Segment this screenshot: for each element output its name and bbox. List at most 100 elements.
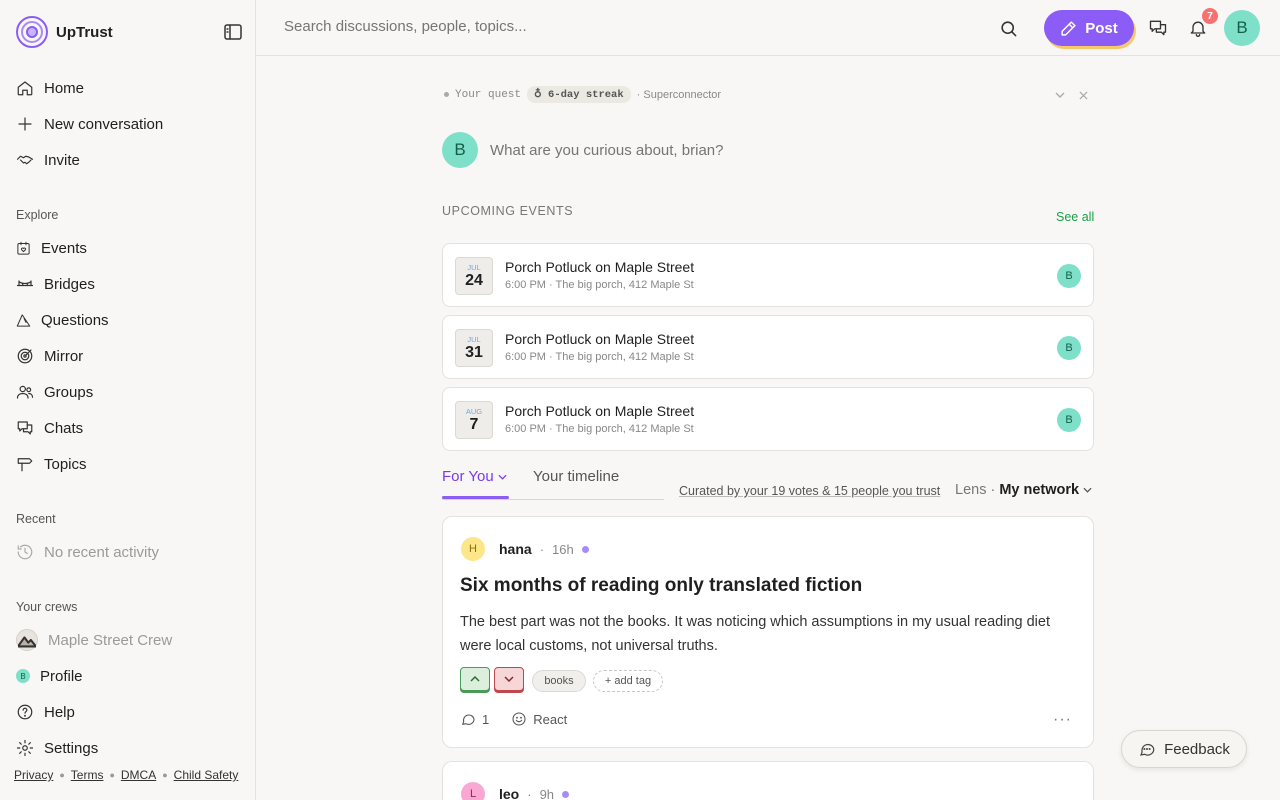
help-circle-icon <box>17 704 33 720</box>
search-input[interactable] <box>284 18 924 35</box>
sidebar-item-profile[interactable]: B Profile <box>16 664 83 688</box>
smiley-icon <box>512 712 526 726</box>
topbar: Post 7 B <box>256 0 1280 56</box>
downvote-button[interactable] <box>494 667 524 691</box>
chevron-down-icon <box>498 474 507 480</box>
post-button[interactable]: Post <box>1044 10 1134 46</box>
feed-tabs: For You Your timeline <box>442 466 664 500</box>
handshake-icon <box>16 155 34 165</box>
event-meta: 6:00 PM · The big porch, 412 Maple St <box>505 351 694 363</box>
post-card[interactable]: L leo · 9h <box>442 761 1094 800</box>
crew-avatar-icon <box>16 629 38 651</box>
curated-link[interactable]: Curated by your 19 votes & 15 people you… <box>679 484 940 498</box>
search-icon[interactable] <box>996 16 1020 40</box>
event-card[interactable]: JUL 31 Porch Potluck on Maple Street 6:0… <box>442 315 1094 379</box>
sidebar-item-new-conversation[interactable]: New conversation <box>16 112 163 136</box>
sidebar-item-invite[interactable]: Invite <box>16 148 80 172</box>
explore-heading: Explore <box>16 208 59 222</box>
calendar-heart-icon <box>17 241 30 255</box>
sidebar-item-help[interactable]: Help <box>16 700 75 724</box>
sidebar-item-topics[interactable]: Topics <box>16 452 87 476</box>
sidebar-item-mirror[interactable]: Mirror <box>16 344 83 368</box>
post-card[interactable]: H hana · 16h Six months of reading only … <box>442 516 1094 748</box>
post-title[interactable]: Six months of reading only translated fi… <box>460 575 862 597</box>
lens-selector[interactable]: Lens · My network <box>955 482 1092 498</box>
quest-label: Your quest <box>455 88 522 101</box>
flame-icon: ♁ <box>534 89 542 101</box>
post-header: H hana · 16h <box>461 537 589 561</box>
messages-icon[interactable] <box>1146 16 1170 40</box>
event-attendee-avatar: B <box>1057 336 1081 360</box>
crews-heading: Your crews <box>16 600 78 614</box>
comment-icon <box>462 714 475 725</box>
sidebar-item-label: Invite <box>44 151 80 169</box>
sidebar-item-label: Questions <box>41 311 109 329</box>
sidebar-item-settings[interactable]: Settings <box>16 736 98 760</box>
event-day: 7 <box>469 416 479 433</box>
crew-item-maple-street[interactable]: Maple Street Crew <box>16 628 172 652</box>
sidebar-item-groups[interactable]: Groups <box>16 380 93 404</box>
add-tag-button[interactable]: + add tag <box>593 670 663 692</box>
post-actions: 1 React <box>460 711 567 727</box>
tab-for-you[interactable]: For You <box>442 468 507 485</box>
streak-label: 6-day streak <box>548 89 624 101</box>
event-card[interactable]: AUG 7 Porch Potluck on Maple Street 6:00… <box>442 387 1094 451</box>
pencil-icon <box>1061 20 1076 36</box>
sidebar-toggle-icon[interactable] <box>222 22 244 42</box>
event-month: JUL <box>467 263 481 272</box>
sidebar-item-questions[interactable]: Questions <box>16 308 109 332</box>
event-attendee-avatar: B <box>1057 264 1081 288</box>
footer-link-dmca[interactable]: DMCA <box>121 768 156 782</box>
recent-heading: Recent <box>16 512 56 526</box>
user-avatar[interactable]: B <box>1224 10 1260 46</box>
event-meta: 6:00 PM · The big porch, 412 Maple St <box>505 423 694 435</box>
chevron-down-icon[interactable] <box>1053 88 1067 102</box>
event-attendee-avatar: B <box>1057 408 1081 432</box>
footer-link-terms[interactable]: Terms <box>71 768 104 782</box>
footer-separator: ● <box>162 770 168 780</box>
gear-icon <box>16 739 34 757</box>
react-button[interactable]: React <box>511 711 567 727</box>
post-body: The best part was not the books. It was … <box>460 614 1050 654</box>
author-avatar[interactable]: H <box>461 537 485 561</box>
event-card[interactable]: JUL 24 Porch Potluck on Maple Street 6:0… <box>442 243 1094 307</box>
sidebar-item-label: Profile <box>40 667 83 685</box>
footer-link-child-safety[interactable]: Child Safety <box>174 768 239 782</box>
tab-your-timeline[interactable]: Your timeline <box>533 468 619 485</box>
streak-badge: ♁ 6-day streak <box>527 86 631 103</box>
close-icon[interactable] <box>1076 88 1090 102</box>
author-avatar[interactable]: L <box>461 782 485 800</box>
composer-input[interactable] <box>490 141 1050 159</box>
sidebar: UpTrust Home New conversation Invite Exp… <box>0 0 256 800</box>
author-name[interactable]: hana <box>499 541 532 557</box>
plus-icon <box>18 117 32 131</box>
comments-button[interactable]: 1 <box>460 711 489 727</box>
event-date: AUG 7 <box>455 401 493 439</box>
tag-chip[interactable]: books <box>532 670 586 692</box>
lens-value: My network <box>999 482 1080 498</box>
sidebar-item-events[interactable]: Events <box>16 236 87 260</box>
chevron-down-icon <box>504 676 514 682</box>
notification-badge: 7 <box>1202 8 1218 24</box>
chat-bubbles-icon <box>17 421 33 435</box>
event-title: Porch Potluck on Maple Street <box>505 331 695 347</box>
sidebar-item-home[interactable]: Home <box>16 76 84 100</box>
more-options-icon[interactable]: ··· <box>1053 711 1072 729</box>
footer-links: Privacy ● Terms ● DMCA ● Child Safety <box>14 768 238 782</box>
sidebar-item-chats[interactable]: Chats <box>16 416 83 440</box>
post-header: L leo · 9h <box>461 782 570 800</box>
brand-name: UpTrust <box>56 23 113 41</box>
see-all-events-link[interactable]: See all <box>1056 210 1094 224</box>
uptrust-logo-icon <box>16 16 48 48</box>
feedback-button[interactable]: Feedback <box>1121 730 1247 768</box>
upvote-button[interactable] <box>460 667 490 691</box>
event-title: Porch Potluck on Maple Street <box>505 259 695 275</box>
sidebar-item-label: Settings <box>44 739 99 757</box>
feedback-label: Feedback <box>1164 740 1230 758</box>
sidebar-item-bridges[interactable]: Bridges <box>16 272 95 296</box>
footer-link-privacy[interactable]: Privacy <box>14 768 53 782</box>
brand[interactable]: UpTrust <box>16 16 113 48</box>
users-icon <box>16 385 34 399</box>
author-name[interactable]: leo <box>499 786 519 800</box>
event-meta: 6:00 PM · The big porch, 412 Maple St <box>505 279 694 291</box>
